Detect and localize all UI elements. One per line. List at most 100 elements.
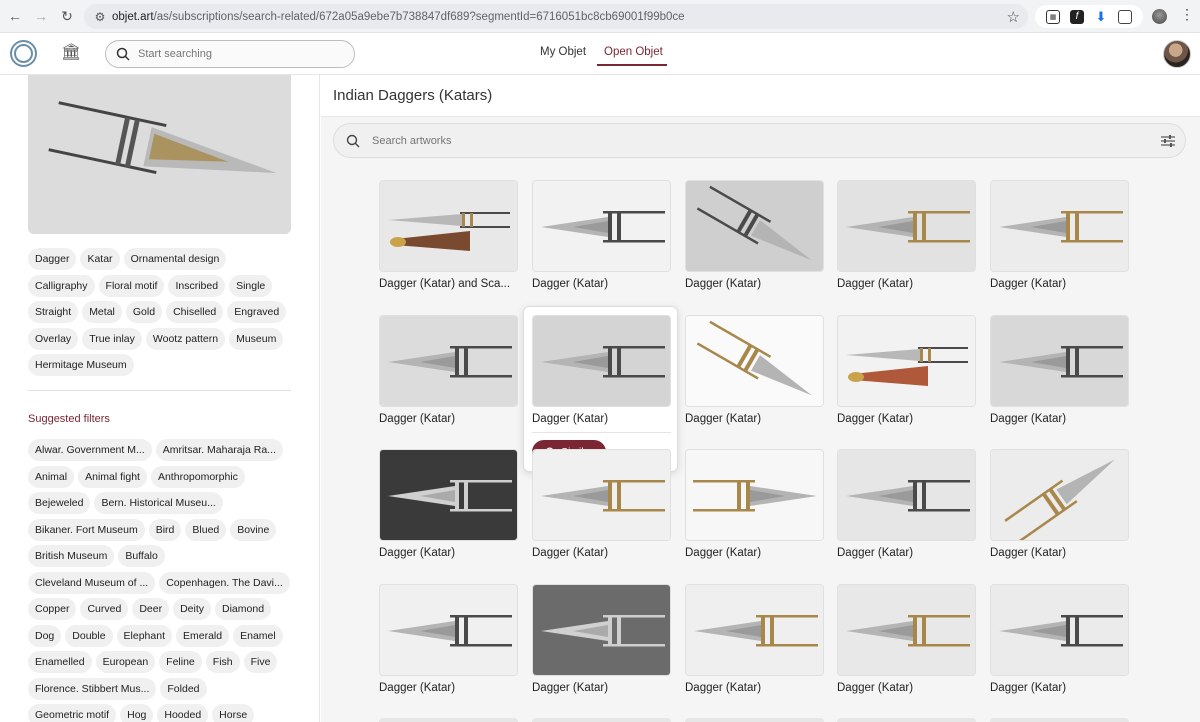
artwork-thumbnail[interactable] bbox=[685, 315, 824, 407]
artwork-thumbnail[interactable] bbox=[379, 315, 518, 407]
filter-chip[interactable]: Cleveland Museum of ... bbox=[28, 571, 156, 594]
filter-chip[interactable]: Animal fight bbox=[78, 465, 147, 488]
artwork-thumbnail[interactable] bbox=[379, 180, 518, 272]
artwork-thumbnail[interactable] bbox=[837, 315, 976, 407]
filter-chip[interactable]: Fish bbox=[205, 651, 240, 673]
puzzle-extension-icon[interactable] bbox=[1118, 9, 1132, 24]
filter-chip[interactable]: Deer bbox=[132, 598, 170, 620]
filter-chip[interactable]: Curved bbox=[80, 598, 129, 620]
artwork-card[interactable]: Dagger (Katar) bbox=[837, 584, 976, 694]
artwork-thumbnail[interactable] bbox=[990, 315, 1129, 407]
filter-chip[interactable]: Five bbox=[243, 651, 278, 673]
artwork-card[interactable]: Dagger (Katar) bbox=[990, 449, 1129, 559]
filter-chip[interactable]: Buffalo bbox=[118, 545, 165, 567]
tag-chip[interactable]: Katar bbox=[80, 248, 120, 270]
forward-icon[interactable]: → bbox=[30, 5, 52, 27]
artwork-card[interactable]: Dagger (Katar) bbox=[532, 449, 671, 559]
artwork-card[interactable]: Dagger (Katar) bbox=[837, 180, 976, 290]
tag-chip[interactable]: Inscribed bbox=[168, 274, 226, 297]
artwork-thumbnail[interactable] bbox=[990, 449, 1129, 541]
artwork-thumbnail[interactable] bbox=[837, 180, 976, 272]
artwork-thumbnail[interactable] bbox=[532, 315, 671, 407]
artwork-card[interactable]: Dagger (Katar) bbox=[990, 180, 1129, 290]
artwork-search[interactable] bbox=[333, 123, 1186, 158]
artwork-card[interactable]: Dagger (Katar) bbox=[685, 180, 824, 290]
artwork-card[interactable]: Dagger (Katar) bbox=[685, 315, 824, 425]
address-bar[interactable]: ⚙ objet.art/as/subscriptions/search-rela… bbox=[84, 4, 1028, 29]
browser-menu-icon[interactable]: ⋮ bbox=[1180, 7, 1194, 21]
filter-chip[interactable]: Folded bbox=[160, 677, 207, 700]
tag-chip[interactable]: Gold bbox=[125, 301, 163, 323]
artwork-thumbnail[interactable] bbox=[837, 584, 976, 676]
artwork-thumbnail[interactable] bbox=[685, 180, 824, 272]
browser-profile-icon[interactable] bbox=[1152, 9, 1167, 24]
filter-chip[interactable]: Enamelled bbox=[28, 651, 92, 673]
filter-chip[interactable]: Deity bbox=[173, 598, 212, 620]
tag-chip[interactable]: Single bbox=[229, 274, 273, 297]
filter-chip[interactable]: Florence. Stibbert Mus... bbox=[28, 677, 157, 700]
filter-chip[interactable]: Hooded bbox=[157, 704, 209, 722]
artwork-card[interactable]: Dagger (Katar) bbox=[685, 584, 824, 694]
filter-chip[interactable]: Bejeweled bbox=[28, 492, 91, 514]
artwork-card[interactable]: Dagger (Katar) bbox=[990, 315, 1129, 425]
qr-extension-icon[interactable]: ▦ bbox=[1046, 9, 1060, 24]
filter-chip[interactable]: Bern. Historical Museu... bbox=[94, 492, 223, 514]
download-icon[interactable]: ⬇ bbox=[1094, 9, 1108, 24]
filter-chip[interactable]: Bikaner. Fort Museum bbox=[28, 518, 145, 541]
artwork-thumbnail[interactable] bbox=[532, 584, 671, 676]
tag-chip[interactable]: Hermitage Museum bbox=[28, 354, 134, 376]
artwork-thumbnail[interactable] bbox=[685, 584, 824, 676]
tag-chip[interactable]: Straight bbox=[28, 301, 79, 323]
tag-chip[interactable]: Calligraphy bbox=[28, 274, 95, 297]
artwork-thumbnail[interactable] bbox=[379, 449, 518, 541]
filter-chip[interactable]: Feline bbox=[159, 651, 202, 673]
bookmark-star-icon[interactable]: ☆ bbox=[1007, 8, 1020, 26]
tag-chip[interactable]: Ornamental design bbox=[123, 248, 227, 270]
filter-chip[interactable]: Bird bbox=[148, 518, 182, 541]
artwork-card[interactable]: Dagger (Katar) bbox=[379, 315, 518, 425]
museum-icon[interactable]: 🏛 bbox=[61, 44, 81, 62]
filter-chip[interactable]: Enamel bbox=[233, 624, 283, 647]
artwork-card[interactable]: Dagger (Katar) bbox=[379, 449, 518, 559]
artwork-thumbnail[interactable] bbox=[379, 584, 518, 676]
filter-chip[interactable]: Horse bbox=[212, 704, 255, 722]
tab-my-objet[interactable]: My Objet bbox=[540, 46, 586, 58]
tag-chip[interactable]: Dagger bbox=[28, 248, 77, 270]
filter-chip[interactable]: Dog bbox=[28, 624, 62, 647]
filter-chip[interactable]: European bbox=[95, 651, 156, 673]
artwork-thumbnail[interactable] bbox=[685, 449, 824, 541]
artwork-thumbnail[interactable] bbox=[532, 180, 671, 272]
filter-chip[interactable]: Copper bbox=[28, 598, 77, 620]
artwork-thumbnail[interactable] bbox=[837, 449, 976, 541]
filter-chip[interactable]: British Museum bbox=[28, 545, 115, 567]
artwork-thumbnail[interactable] bbox=[990, 180, 1129, 272]
filter-chip[interactable]: Double bbox=[65, 624, 113, 647]
artwork-card[interactable]: Dagger (Katar) bbox=[837, 449, 976, 559]
filter-chip[interactable]: Bovine bbox=[230, 518, 277, 541]
site-settings-icon[interactable]: ⚙ bbox=[90, 10, 110, 24]
artwork-card[interactable]: Dagger (Katar) bbox=[379, 584, 518, 694]
filter-chip[interactable]: Emerald bbox=[176, 624, 230, 647]
tag-chip[interactable]: Metal bbox=[82, 301, 122, 323]
filter-chip[interactable]: Amritsar. Maharaja Ra... bbox=[155, 439, 283, 461]
tag-chip[interactable]: Wootz pattern bbox=[145, 327, 226, 350]
global-search[interactable] bbox=[105, 40, 355, 68]
artwork-card[interactable]: Dagger (Katar) bbox=[532, 584, 671, 694]
tag-chip[interactable]: Floral motif bbox=[98, 274, 165, 297]
tag-chip[interactable]: True inlay bbox=[82, 327, 142, 350]
tag-chip[interactable]: Chiselled bbox=[166, 301, 224, 323]
artwork-card[interactable]: Dagger (Katar) bbox=[685, 449, 824, 559]
artwork-card[interactable]: Dagger (Katar) bbox=[532, 315, 671, 425]
artwork-card[interactable]: Dagger (Katar) bbox=[990, 584, 1129, 694]
filter-chip[interactable]: Elephant bbox=[116, 624, 172, 647]
filter-chip[interactable]: Alwar. Government M... bbox=[28, 439, 152, 461]
artwork-card[interactable]: Dagger (Katar) bbox=[532, 180, 671, 290]
artwork-card[interactable]: Dagger (Katar) and Sca... bbox=[379, 180, 518, 290]
filter-chip[interactable]: Diamond bbox=[215, 598, 272, 620]
tag-chip[interactable]: Engraved bbox=[227, 301, 287, 323]
artwork-search-input[interactable] bbox=[372, 134, 1072, 147]
filter-chip[interactable]: Copenhagen. The Davi... bbox=[159, 571, 290, 594]
reload-icon[interactable]: ↻ bbox=[56, 5, 78, 27]
artwork-card[interactable]: Dagger (Katar) bbox=[837, 315, 976, 425]
global-search-input[interactable] bbox=[138, 48, 338, 60]
